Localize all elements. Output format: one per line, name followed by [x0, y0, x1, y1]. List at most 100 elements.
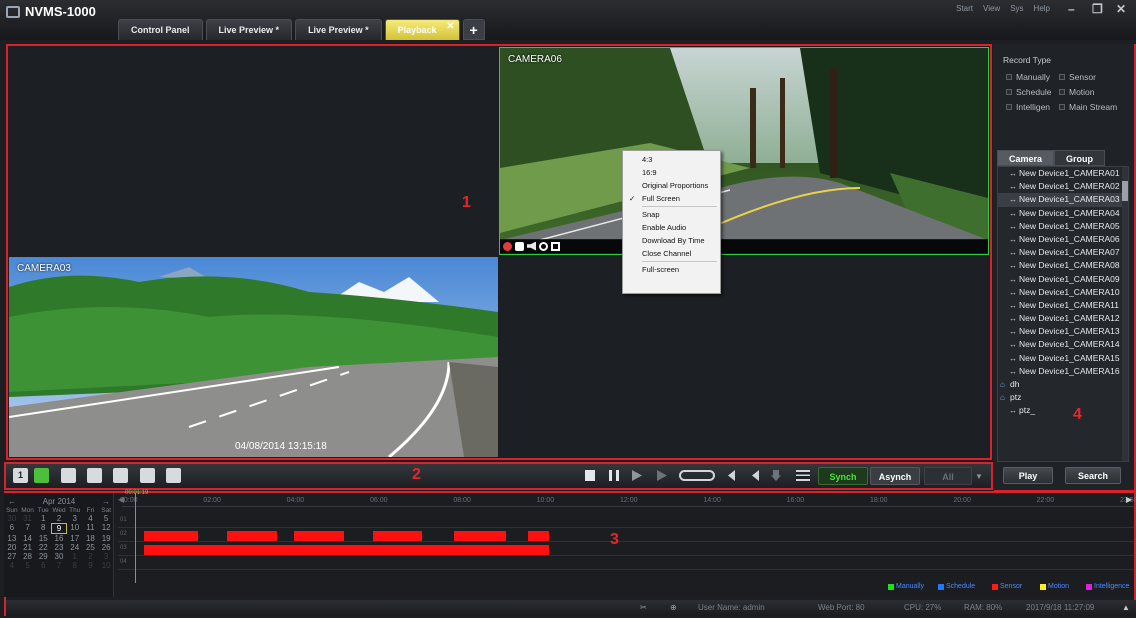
record-segment[interactable] — [372, 531, 423, 541]
ctx-item-close-channel[interactable]: Close Channel — [623, 247, 720, 260]
calendar-day[interactable]: 4 — [83, 514, 99, 523]
calendar-next-icon[interactable]: → — [102, 497, 110, 506]
tree-camera-14[interactable]: ↔ New Device1_CAMERA14 — [998, 338, 1128, 351]
ctx-item-4-3[interactable]: 4:3 — [623, 153, 720, 166]
calendar-day[interactable]: 29 — [35, 552, 51, 561]
calendar-day[interactable]: 2 — [83, 552, 99, 561]
calendar-day[interactable]: 24 — [67, 543, 83, 552]
tree-group-ptz[interactable]: ⌂ ptz — [998, 391, 1128, 404]
calendar-day[interactable]: 3 — [98, 552, 114, 561]
play-button[interactable]: Play — [1003, 467, 1053, 484]
calendar-day[interactable]: 22 — [35, 543, 51, 552]
calendar-day[interactable]: 14 — [20, 534, 36, 543]
timeline-lane[interactable]: 02 — [118, 529, 1134, 542]
video-pane-camera06[interactable]: CAMERA06 — [499, 47, 989, 255]
timeline-left-icon[interactable]: ◀ — [118, 495, 124, 504]
timeline-right-icon[interactable]: ▶ — [1126, 495, 1132, 504]
record-segment[interactable] — [293, 531, 344, 541]
record-type-main-stream[interactable]: Main Stream — [1059, 102, 1117, 112]
stop-icon[interactable] — [585, 470, 595, 481]
calendar-day[interactable]: 31 — [20, 514, 36, 523]
calendar-day[interactable]: 27 — [4, 552, 20, 561]
timeline-lane[interactable]: 04 — [118, 557, 1134, 570]
tab-playback[interactable]: Playback ✕ — [384, 16, 460, 40]
calendar-day[interactable]: 6 — [4, 523, 20, 534]
record-type-motion[interactable]: Motion — [1059, 87, 1095, 97]
tree-camera-15[interactable]: ↔ New Device1_CAMERA15 — [998, 352, 1128, 365]
menu-view[interactable]: View — [983, 4, 1000, 13]
calendar-day[interactable]: 23 — [51, 543, 67, 552]
scissors-icon[interactable] — [745, 470, 759, 481]
tree-camera-03[interactable]: ↔ New Device1_CAMERA03 — [998, 193, 1128, 207]
video-pane-1[interactable] — [9, 47, 498, 255]
fullscreen-icon[interactable] — [551, 241, 560, 251]
record-segment[interactable] — [144, 531, 199, 541]
tab-live-preview-2[interactable]: Live Preview * — [295, 19, 382, 40]
calendar-day[interactable]: 30 — [51, 552, 67, 561]
video-pane-camera03[interactable]: CAMERA03 04/08/2014 13:15:18 — [9, 257, 498, 457]
record-segment[interactable] — [528, 531, 550, 541]
calendar-day[interactable]: 9 — [83, 561, 99, 570]
record-type-intelligence[interactable]: Intelligen — [1006, 102, 1050, 112]
tree-camera-05[interactable]: ↔ New Device1_CAMERA05 — [998, 220, 1128, 233]
timeline-lane[interactable]: 03 — [118, 543, 1134, 556]
record-segment[interactable] — [144, 545, 550, 555]
record-type-manually[interactable]: Manually — [1006, 72, 1050, 82]
layout-9-button[interactable] — [61, 468, 76, 483]
ctx-item-full-screen-2[interactable]: Full-screen — [623, 263, 720, 276]
calendar-day[interactable]: 8 — [67, 561, 83, 570]
audio-icon[interactable] — [527, 241, 536, 251]
tab-live-preview-1[interactable]: Live Preview * — [205, 19, 293, 40]
menu-sys[interactable]: Sys — [1010, 4, 1023, 13]
calendar-day[interactable]: 11 — [83, 523, 99, 534]
calendar-day[interactable]: 25 — [83, 543, 99, 552]
tab-group[interactable]: Group — [1054, 150, 1106, 166]
ctx-item-original-proportions[interactable]: Original Proportions — [623, 179, 720, 192]
asynch-button[interactable]: Asynch — [870, 467, 920, 485]
checkbox-icon[interactable] — [1059, 74, 1065, 80]
clip-icon[interactable] — [721, 470, 735, 481]
calendar-day[interactable]: 20 — [4, 543, 20, 552]
close-all-icon[interactable] — [140, 468, 155, 483]
tree-camera-08[interactable]: ↔ New Device1_CAMERA08 — [998, 259, 1128, 272]
fullscreen-button[interactable] — [166, 468, 181, 483]
calendar-day[interactable]: 15 — [35, 534, 51, 543]
tools-icon[interactable]: ✂ — [640, 603, 647, 612]
list-icon[interactable] — [796, 470, 810, 481]
calendar-day[interactable]: 5 — [98, 514, 114, 523]
calendar-day[interactable]: 8 — [35, 523, 51, 534]
calendar-day[interactable]: 6 — [35, 561, 51, 570]
tab-close-icon[interactable]: ✕ — [446, 16, 454, 37]
calendar-day[interactable]: 2 — [51, 514, 67, 523]
calendar-day[interactable]: 21 — [20, 543, 36, 552]
tab-control-panel[interactable]: Control Panel — [118, 19, 203, 40]
tree-group-dh[interactable]: ⌂ dh — [998, 378, 1128, 391]
timeline-lane[interactable]: 01 — [118, 515, 1134, 528]
record-type-schedule[interactable]: Schedule — [1006, 87, 1051, 97]
snapshot-icon[interactable] — [515, 241, 524, 251]
tree-scrollbar[interactable] — [1122, 167, 1128, 461]
calendar-day[interactable]: 7 — [51, 561, 67, 570]
menu-help[interactable]: Help — [1034, 4, 1050, 13]
ctx-item-full-screen[interactable]: ✓ Full Screen — [623, 192, 720, 205]
calendar-day[interactable]: 4 — [4, 561, 20, 570]
layout-4-button[interactable] — [34, 468, 49, 483]
play-icon[interactable] — [657, 470, 667, 481]
tab-camera[interactable]: Camera — [997, 150, 1055, 166]
calendar-day[interactable]: 18 — [83, 534, 99, 543]
tree-camera-01[interactable]: ↔ New Device1_CAMERA01 — [998, 167, 1128, 180]
checkbox-icon[interactable] — [1059, 89, 1065, 95]
checkbox-icon[interactable] — [1059, 104, 1065, 110]
calendar-day[interactable]: 1 — [35, 514, 51, 523]
checkbox-icon[interactable] — [1006, 74, 1012, 80]
calendar-day[interactable]: 17 — [67, 534, 83, 543]
calendar-day[interactable]: 19 — [98, 534, 114, 543]
tree-scroll-thumb[interactable] — [1122, 181, 1128, 201]
tree-camera-16[interactable]: ↔ New Device1_CAMERA16 — [998, 365, 1128, 378]
tree-camera-09[interactable]: ↔ New Device1_CAMERA09 — [998, 273, 1128, 286]
record-type-sensor[interactable]: Sensor — [1059, 72, 1096, 82]
speed-slider[interactable] — [679, 470, 715, 481]
calendar-day[interactable]: 10 — [98, 561, 114, 570]
channel-select[interactable]: All — [924, 467, 972, 485]
ctx-item-enable-audio[interactable]: Enable Audio — [623, 221, 720, 234]
